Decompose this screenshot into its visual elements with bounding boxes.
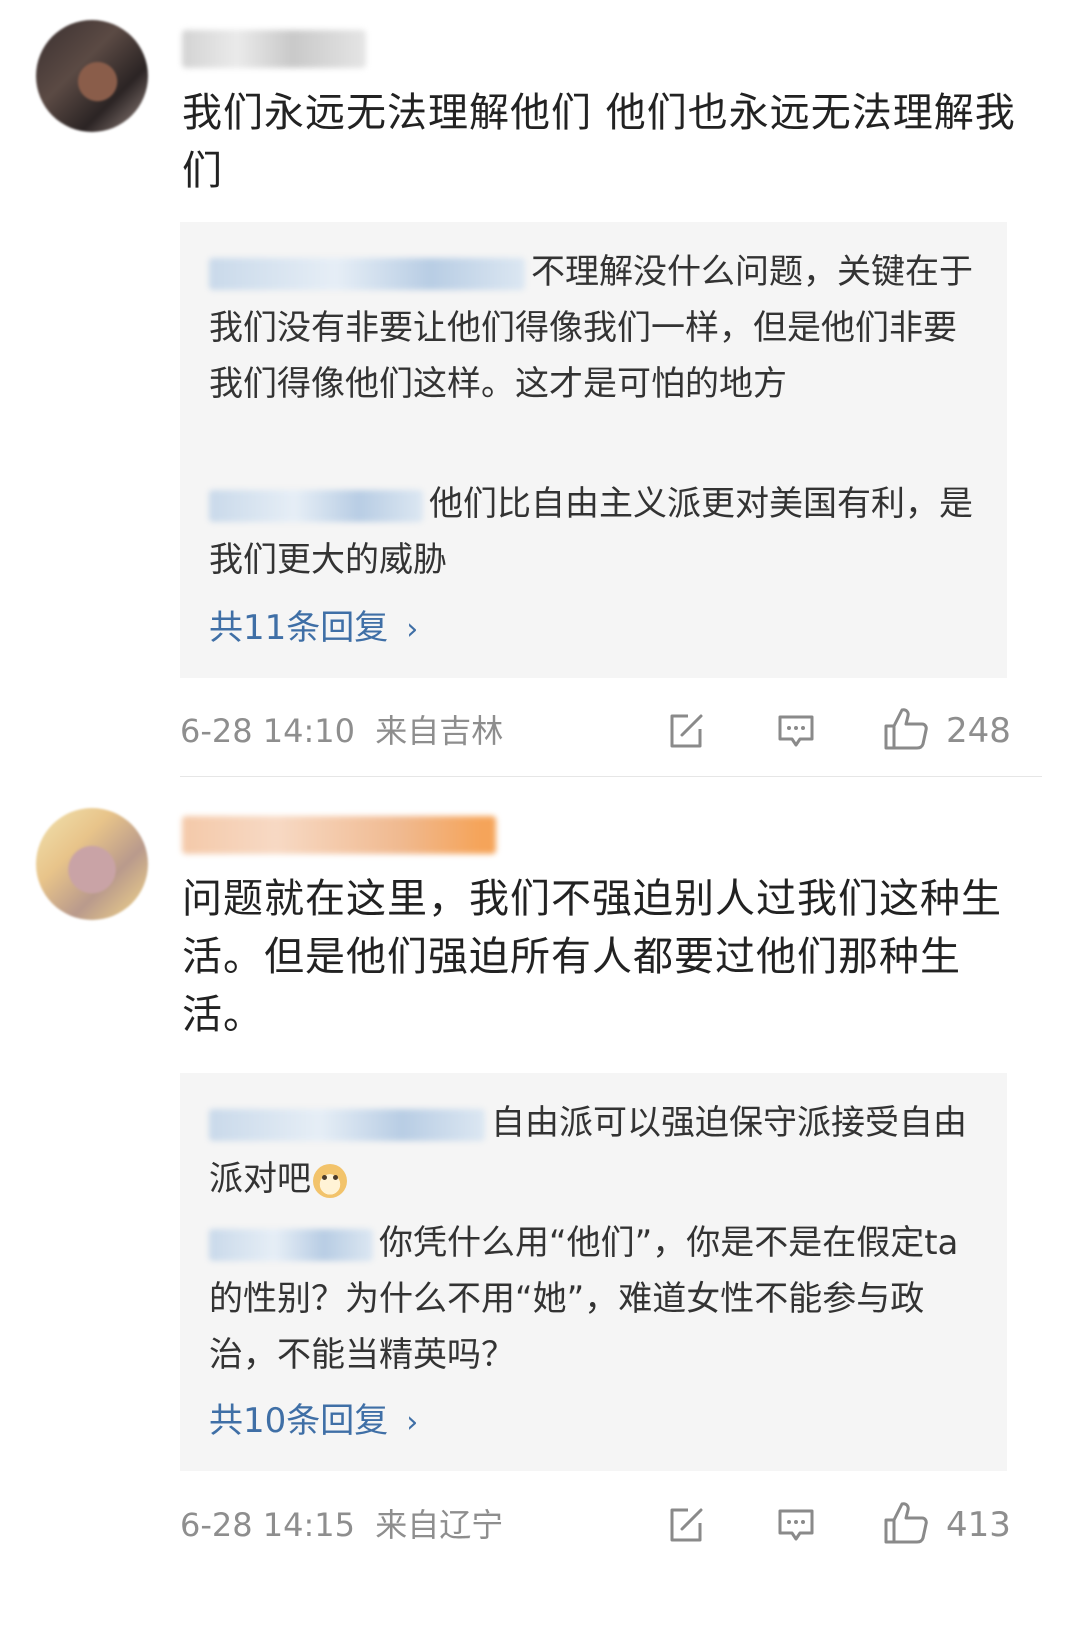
more-replies-label: 共11条回复 [209,608,389,648]
comment-divider [180,776,1042,777]
more-replies-label: 共10条回复 [209,1401,389,1441]
comment-text: 我们永远无法理解他们 他们也永远无法理解我们 [182,90,1016,194]
reply-item[interactable]: 不理解没什么问题，关键在于我们没有非要让他们得像我们一样，但是他们非要我们得像他… [209,244,979,412]
repost-icon[interactable] [666,1505,706,1545]
avatar[interactable] [36,808,148,920]
comment-meta: 6-28 14:10 来自吉林 [180,711,503,751]
chevron-right-icon: › [406,612,419,647]
location: 来自辽宁 [375,1506,504,1544]
username-blurred[interactable] [182,816,496,854]
comment-icon[interactable] [776,1505,816,1545]
reply-preview-box[interactable]: 不理解没什么问题，关键在于我们没有非要让他们得像我们一样，但是他们非要我们得像他… [180,222,1007,678]
timestamp: 6-28 14:10 [180,712,356,750]
reply-item[interactable]: 自由派可以强迫保守派接受自由派对吧 [209,1095,979,1207]
location: 来自吉林 [375,712,504,750]
comment-meta: 6-28 14:15 来自辽宁 [180,1505,503,1545]
more-replies-link[interactable]: 共10条回复 › [209,1401,418,1443]
reply-username-blurred[interactable] [209,1108,485,1141]
timestamp: 6-28 14:15 [180,1506,356,1544]
doge-emoji-icon [313,1163,347,1198]
thumbs-up-icon[interactable] [882,1500,930,1546]
chevron-right-icon: › [406,1405,419,1440]
repost-icon[interactable] [666,711,706,751]
reply-item[interactable]: 他们比自由主义派更对美国有利，是我们更大的威胁 [209,476,979,588]
like-count: 248 [946,711,1011,751]
avatar[interactable] [36,20,148,132]
reply-username-blurred[interactable] [209,489,423,522]
thumbs-up-icon[interactable] [882,706,930,752]
reply-item[interactable]: 你凭什么用“他们”，你是不是在假定ta的性别？为什么不用“她”，难道女性不能参与… [209,1215,979,1383]
comment-icon[interactable] [776,711,816,751]
reply-username-blurred[interactable] [209,1228,373,1261]
more-replies-link[interactable]: 共11条回复 › [209,608,418,650]
username-blurred[interactable] [182,30,366,68]
comment-text: 问题就在这里，我们不强迫别人过我们这种生活。但是他们强迫所有人都要过他们那种生活… [182,876,1002,1038]
reply-preview-box[interactable]: 自由派可以强迫保守派接受自由派对吧 你凭什么用“他们”，你是不是在假定ta的性别… [180,1073,1007,1471]
reply-username-blurred[interactable] [209,257,525,290]
like-count: 413 [946,1505,1011,1545]
